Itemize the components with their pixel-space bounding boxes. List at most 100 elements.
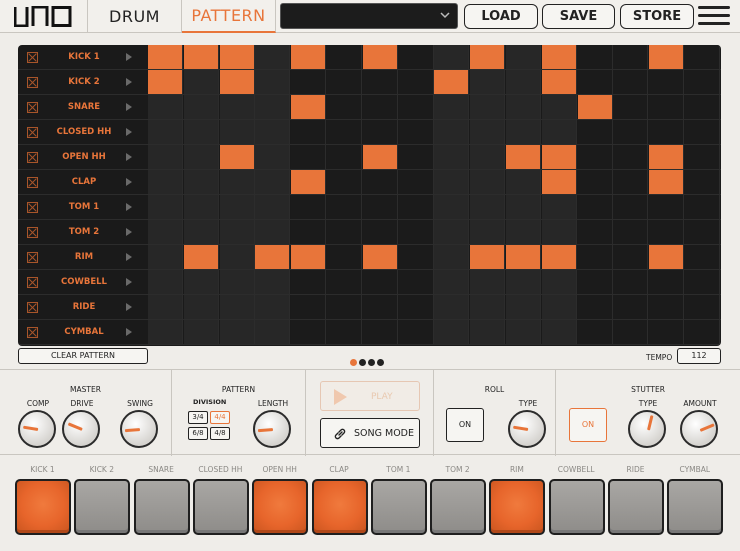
step-cell[interactable] xyxy=(541,220,577,244)
step-cell[interactable] xyxy=(327,245,362,269)
step-cell[interactable] xyxy=(649,320,685,344)
step-cell[interactable] xyxy=(183,95,219,119)
step-cell[interactable] xyxy=(327,45,362,69)
step-cell[interactable] xyxy=(148,270,183,294)
step-cell[interactable] xyxy=(685,320,720,344)
mute-icon[interactable] xyxy=(27,277,38,288)
mute-icon[interactable] xyxy=(27,177,38,188)
menu-icon[interactable] xyxy=(698,6,730,28)
step-cell[interactable] xyxy=(327,95,362,119)
step-cell[interactable] xyxy=(219,195,255,219)
step-cell[interactable] xyxy=(327,195,362,219)
step-cell[interactable] xyxy=(506,170,541,194)
step-cell[interactable] xyxy=(470,220,506,244)
step-cell[interactable] xyxy=(470,320,506,344)
step-cell[interactable] xyxy=(577,70,613,94)
step-cell[interactable] xyxy=(506,245,541,269)
step-cell[interactable] xyxy=(327,270,362,294)
step-cell[interactable] xyxy=(649,70,685,94)
drum-pad[interactable] xyxy=(74,479,131,535)
step-cell[interactable] xyxy=(541,45,577,69)
step-cell[interactable] xyxy=(148,295,183,319)
step-cell[interactable] xyxy=(470,120,506,144)
step-cell[interactable] xyxy=(183,45,219,69)
step-cell[interactable] xyxy=(541,145,577,169)
stutter-amount-knob[interactable] xyxy=(680,410,718,448)
step-cell[interactable] xyxy=(219,145,255,169)
swing-knob[interactable] xyxy=(120,410,158,448)
save-button[interactable]: SAVE xyxy=(542,4,615,29)
step-cell[interactable] xyxy=(362,270,398,294)
step-cell[interactable] xyxy=(613,195,649,219)
mute-icon[interactable] xyxy=(27,227,38,238)
step-cell[interactable] xyxy=(255,320,291,344)
track-play-icon[interactable] xyxy=(126,78,132,86)
page-dot[interactable] xyxy=(359,359,366,366)
step-cell[interactable] xyxy=(362,195,398,219)
stutter-type-knob[interactable] xyxy=(628,410,666,448)
step-cell[interactable] xyxy=(506,70,541,94)
step-cell[interactable] xyxy=(398,45,434,69)
step-cell[interactable] xyxy=(219,45,255,69)
load-button[interactable]: LOAD xyxy=(464,4,538,29)
step-cell[interactable] xyxy=(434,70,470,94)
step-cell[interactable] xyxy=(434,120,470,144)
track-play-icon[interactable] xyxy=(126,103,132,111)
tab-pattern[interactable]: PATTERN xyxy=(182,0,276,33)
step-cell[interactable] xyxy=(255,295,291,319)
drum-pad[interactable] xyxy=(667,479,724,535)
step-cell[interactable] xyxy=(362,45,398,69)
step-cell[interactable] xyxy=(219,95,255,119)
step-cell[interactable] xyxy=(291,70,327,94)
track-play-icon[interactable] xyxy=(126,328,132,336)
step-cell[interactable] xyxy=(685,245,720,269)
step-cell[interactable] xyxy=(291,95,327,119)
step-cell[interactable] xyxy=(434,195,470,219)
step-cell[interactable] xyxy=(685,70,720,94)
division-3-4-button[interactable]: 3/4 xyxy=(188,411,208,424)
track-play-icon[interactable] xyxy=(126,178,132,186)
step-cell[interactable] xyxy=(255,220,291,244)
step-cell[interactable] xyxy=(291,220,327,244)
drum-pad[interactable] xyxy=(370,479,427,535)
step-cell[interactable] xyxy=(541,195,577,219)
step-cell[interactable] xyxy=(434,320,470,344)
track-play-icon[interactable] xyxy=(126,253,132,261)
step-cell[interactable] xyxy=(506,270,541,294)
step-cell[interactable] xyxy=(362,70,398,94)
step-cell[interactable] xyxy=(649,95,685,119)
step-cell[interactable] xyxy=(148,220,183,244)
store-button[interactable]: STORE xyxy=(620,4,694,29)
song-mode-button[interactable]: SONG MODE xyxy=(320,418,420,448)
play-button[interactable]: PLAY xyxy=(320,381,420,411)
step-cell[interactable] xyxy=(219,220,255,244)
drum-pad[interactable] xyxy=(252,479,309,535)
step-cell[interactable] xyxy=(183,220,219,244)
step-cell[interactable] xyxy=(506,295,541,319)
step-cell[interactable] xyxy=(219,70,255,94)
step-cell[interactable] xyxy=(506,220,541,244)
step-cell[interactable] xyxy=(183,320,219,344)
step-cell[interactable] xyxy=(506,145,541,169)
step-cell[interactable] xyxy=(577,320,613,344)
step-cell[interactable] xyxy=(219,170,255,194)
step-cell[interactable] xyxy=(434,95,470,119)
step-cell[interactable] xyxy=(685,295,720,319)
division-4-8-button[interactable]: 4/8 xyxy=(210,427,230,440)
step-cell[interactable] xyxy=(613,295,649,319)
step-cell[interactable] xyxy=(541,95,577,119)
drum-pad[interactable] xyxy=(133,479,190,535)
track-play-icon[interactable] xyxy=(126,153,132,161)
step-cell[interactable] xyxy=(613,245,649,269)
mute-icon[interactable] xyxy=(27,302,38,313)
step-cell[interactable] xyxy=(148,170,183,194)
drum-pad[interactable] xyxy=(311,479,368,535)
tab-drum[interactable]: DRUM xyxy=(88,0,182,33)
step-cell[interactable] xyxy=(470,45,506,69)
step-cell[interactable] xyxy=(398,145,434,169)
step-cell[interactable] xyxy=(541,70,577,94)
step-cell[interactable] xyxy=(685,220,720,244)
drum-pad[interactable] xyxy=(15,479,71,535)
step-cell[interactable] xyxy=(291,295,327,319)
step-cell[interactable] xyxy=(685,120,720,144)
